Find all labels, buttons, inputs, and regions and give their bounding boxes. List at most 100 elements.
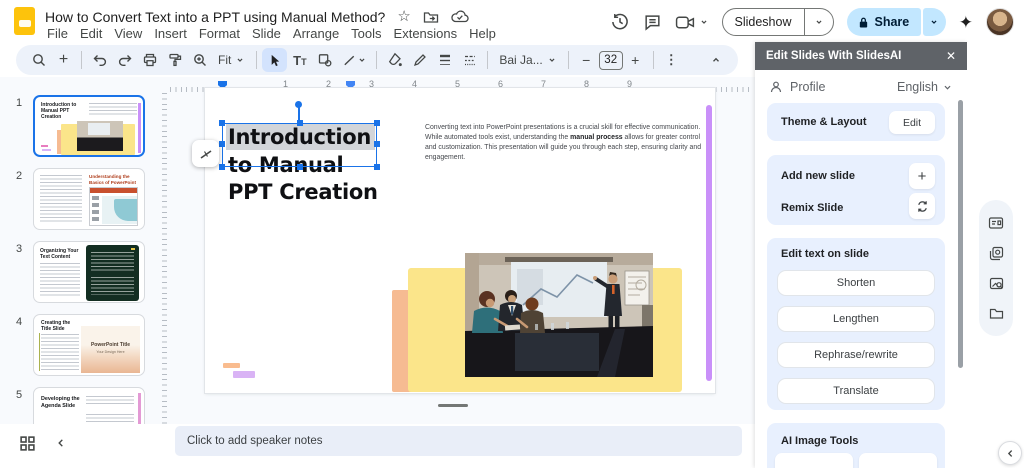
fill-color-button[interactable] xyxy=(382,48,407,72)
contact-card-icon[interactable] xyxy=(988,216,1004,230)
pages-icon[interactable] xyxy=(989,246,1004,261)
star-icon[interactable]: ☆ xyxy=(397,9,410,24)
slide-editor[interactable]: Introduction to Manual PPT Creation Conv… xyxy=(205,88,715,393)
more-options-button[interactable]: ⋮ xyxy=(659,48,684,72)
new-slide-button[interactable]: + xyxy=(51,48,76,72)
folder-icon[interactable] xyxy=(989,307,1004,320)
menu-help[interactable]: Help xyxy=(463,26,502,41)
lengthen-button[interactable]: Lengthen xyxy=(777,306,935,332)
undo-button[interactable] xyxy=(87,48,112,72)
slide-body-text[interactable]: Converting text into PowerPoint presenta… xyxy=(425,123,705,163)
font-size-input[interactable]: 32 xyxy=(599,51,623,70)
collapse-toolbar-button[interactable] xyxy=(703,48,728,72)
handle-w[interactable] xyxy=(219,141,225,147)
cloud-status-icon[interactable] xyxy=(451,10,469,23)
theme-layout-edit-button[interactable]: Edit xyxy=(889,111,935,134)
slideshow-button[interactable]: Slideshow xyxy=(722,8,834,36)
paint-format-button[interactable] xyxy=(162,48,187,72)
ai-image-tool-button-1[interactable] xyxy=(775,453,853,468)
collapse-strip-button[interactable] xyxy=(998,441,1022,465)
increase-font-size-button[interactable]: + xyxy=(623,48,648,72)
slides-logo-icon[interactable] xyxy=(14,7,35,35)
text-selection-box[interactable] xyxy=(222,123,377,167)
meet-camera-button[interactable] xyxy=(675,15,709,30)
handle-s[interactable] xyxy=(297,164,303,170)
menu-edit[interactable]: Edit xyxy=(74,26,108,41)
slide-4-thumbnail[interactable]: Creating the Title Slide PowerPoint Titl… xyxy=(33,314,145,376)
ai-image-tools-card: AI Image Tools xyxy=(767,423,945,468)
thumb-4-text-lines xyxy=(41,334,79,372)
thumb-4-accent-line xyxy=(39,333,40,371)
shorten-button[interactable]: Shorten xyxy=(777,270,935,296)
profile-label[interactable]: Profile xyxy=(790,80,825,94)
panel-scrollbar[interactable] xyxy=(958,100,963,368)
vertical-ruler xyxy=(162,93,167,424)
gemini-sparkle-icon[interactable]: ✦ xyxy=(959,14,973,31)
slide-2-thumbnail[interactable]: Understanding the Basics of PowerPoint xyxy=(33,168,145,230)
add-remix-card: Add new slide + Remix Slide xyxy=(767,155,945,225)
share-button[interactable]: Share xyxy=(847,8,922,36)
version-history-icon[interactable] xyxy=(610,12,630,32)
collapse-filmstrip-button[interactable] xyxy=(55,437,67,449)
document-title[interactable]: How to Convert Text into a PPT using Man… xyxy=(45,9,385,25)
rephrase-rewrite-button[interactable]: Rephrase/rewrite xyxy=(777,342,935,368)
account-avatar[interactable] xyxy=(986,8,1014,36)
handle-ne[interactable] xyxy=(374,120,380,126)
slide-5-thumbnail[interactable]: Developing the Agenda Slide xyxy=(33,387,145,425)
zoom-button[interactable] xyxy=(187,48,212,72)
share-caret-button[interactable] xyxy=(923,8,946,36)
image-search-icon[interactable] xyxy=(989,276,1004,291)
move-folder-icon[interactable] xyxy=(423,10,439,24)
border-dash-button[interactable] xyxy=(457,48,482,72)
menu-tools[interactable]: Tools xyxy=(345,26,387,41)
border-weight-button[interactable] xyxy=(432,48,457,72)
language-caret-icon xyxy=(942,82,953,93)
canvas-scroll-indicator[interactable] xyxy=(438,404,468,407)
line-tool-button[interactable] xyxy=(337,48,371,72)
menu-file[interactable]: File xyxy=(41,26,74,41)
slide-1-thumbnail[interactable]: Introduction to Manual PPT Creation xyxy=(33,95,145,157)
remix-slide-button[interactable] xyxy=(909,193,935,219)
font-family-select[interactable]: Bai Ja... xyxy=(493,53,562,67)
language-select[interactable]: English xyxy=(897,80,953,94)
edit-text-section-label: Edit text on slide xyxy=(781,248,869,260)
speaker-notes-input[interactable]: Click to add speaker notes xyxy=(175,426,742,456)
menu-view[interactable]: View xyxy=(108,26,148,41)
handle-se[interactable] xyxy=(374,164,380,170)
handle-nw[interactable] xyxy=(219,120,225,126)
close-panel-button[interactable]: ✕ xyxy=(946,49,967,63)
handle-sw[interactable] xyxy=(219,164,225,170)
text-box-tool-button[interactable]: TT xyxy=(287,48,312,72)
menu-extensions[interactable]: Extensions xyxy=(388,26,464,41)
add-new-slide-button[interactable]: + xyxy=(909,163,935,189)
thumb-3-text-lines xyxy=(40,263,80,296)
ai-image-tool-button-2[interactable] xyxy=(859,453,937,468)
menu-insert[interactable]: Insert xyxy=(148,26,193,41)
menu-arrange[interactable]: Arrange xyxy=(287,26,345,41)
slide-purple-bar[interactable] xyxy=(706,105,712,381)
handle-e[interactable] xyxy=(374,141,380,147)
handle-n[interactable] xyxy=(297,120,303,126)
ai-image-tools-label: AI Image Tools xyxy=(781,435,858,447)
search-menus-button[interactable] xyxy=(26,48,51,72)
slide-small-orange-dash[interactable] xyxy=(223,363,240,368)
border-color-button[interactable] xyxy=(407,48,432,72)
shape-tool-button[interactable] xyxy=(312,48,337,72)
comments-icon[interactable] xyxy=(643,13,662,32)
print-button[interactable] xyxy=(137,48,162,72)
add-new-slide-label: Add new slide xyxy=(781,170,855,182)
slide-3-thumbnail[interactable]: Organizing Your Text Content xyxy=(33,241,145,303)
menu-format[interactable]: Format xyxy=(193,26,246,41)
grid-view-button[interactable] xyxy=(19,435,36,452)
slide-small-purple-dash[interactable] xyxy=(233,371,255,378)
theme-layout-label: Theme & Layout xyxy=(781,116,867,128)
translate-button[interactable]: Translate xyxy=(777,378,935,404)
magic-write-button[interactable] xyxy=(192,140,219,167)
menu-slide[interactable]: Slide xyxy=(246,26,287,41)
select-tool-button[interactable] xyxy=(262,48,287,72)
redo-button[interactable] xyxy=(112,48,137,72)
meeting-photo[interactable] xyxy=(465,253,653,377)
decrease-font-size-button[interactable]: − xyxy=(574,48,599,72)
rotation-handle[interactable] xyxy=(295,101,302,108)
zoom-select[interactable]: Fit xyxy=(212,53,251,67)
